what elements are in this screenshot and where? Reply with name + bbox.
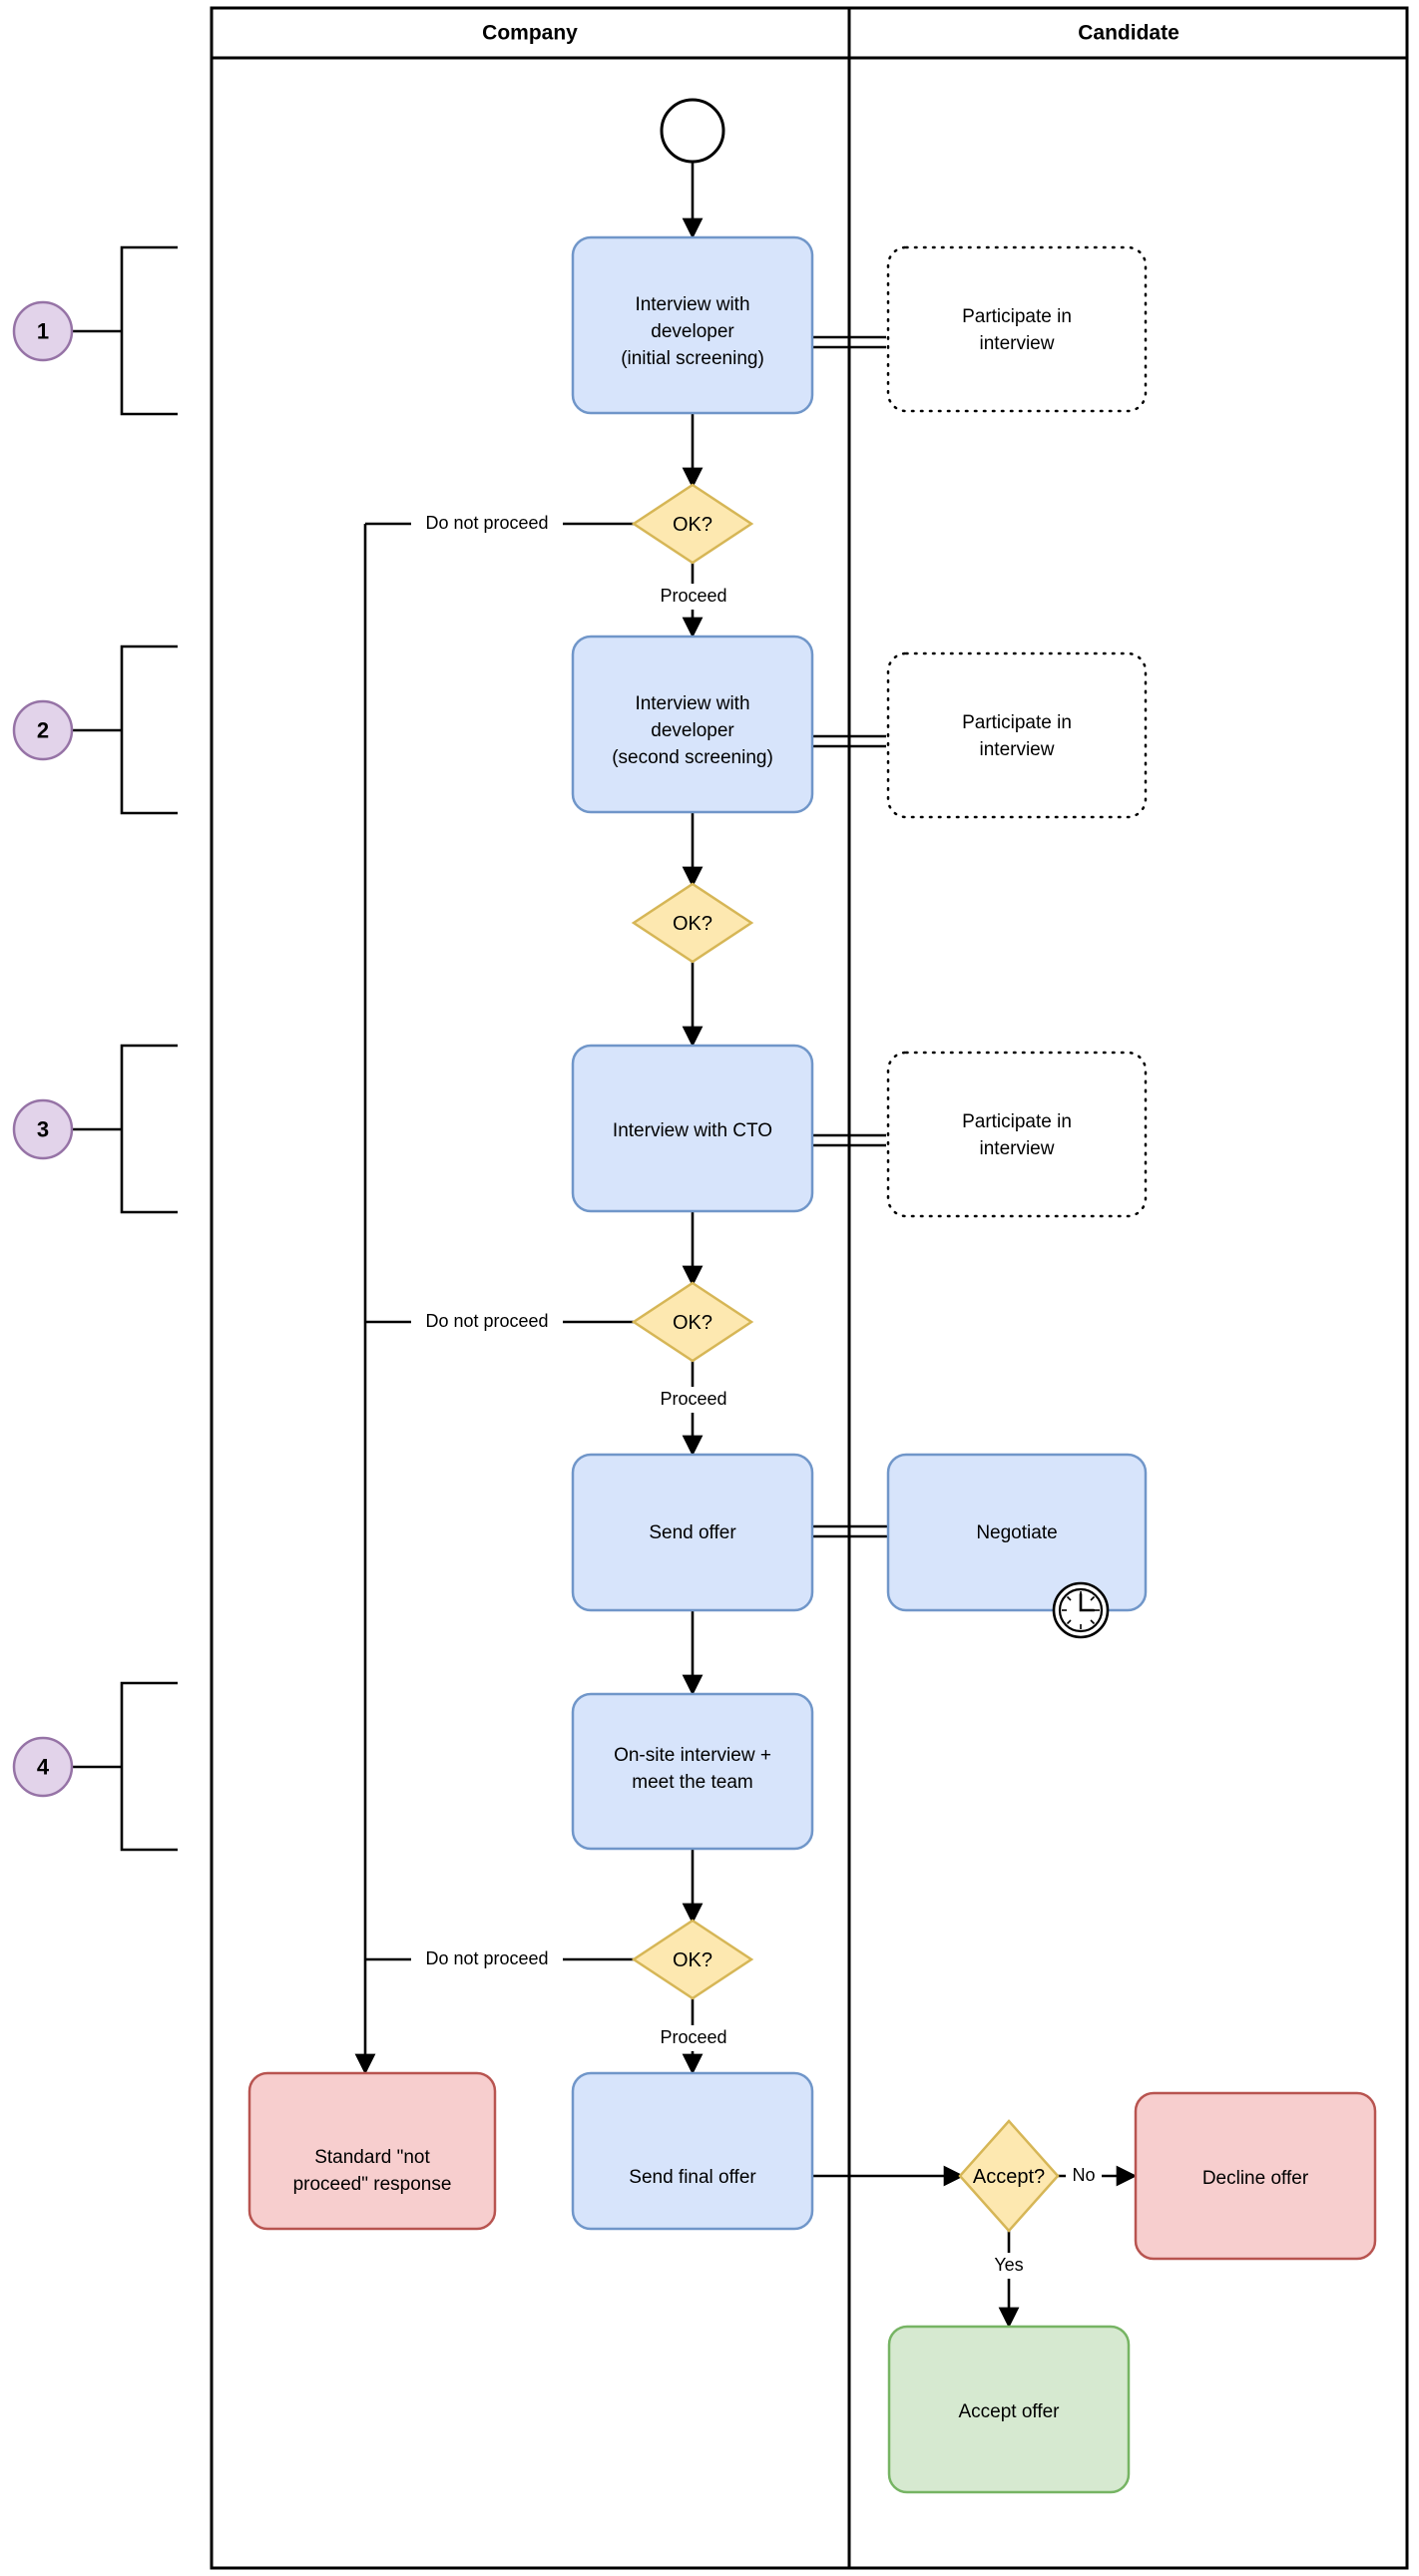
task-participate-interview-3-line1: Participate in [962, 1111, 1072, 1132]
task-accept-offer[interactable]: Accept offer [887, 2325, 1131, 2494]
stage-marker-label-1: 1 [37, 319, 49, 344]
task-interview-developer-initial-line3: (initial screening) [621, 348, 764, 369]
gateway-ok-1[interactable]: OK? [631, 483, 754, 565]
edge-label-proceed-3: Proceed [660, 1389, 726, 1409]
task-participate-interview-1[interactable]: Participate in interview [886, 245, 1148, 413]
task-participate-interview-1-line2: interview [980, 333, 1055, 354]
task-onsite-interview[interactable]: On-site interview + meet the team [571, 1692, 814, 1851]
task-decline-offer-label: Decline offer [1202, 2168, 1309, 2189]
lane-header-candidate: Candidate [1078, 22, 1180, 45]
start-event[interactable] [660, 98, 725, 164]
task-interview-cto[interactable]: Interview with CTO [571, 1044, 814, 1213]
task-interview-developer-second-line1: Interview with [635, 693, 749, 714]
gateway-ok-3[interactable]: OK? [631, 1281, 754, 1363]
gateway-ok-2[interactable]: OK? [631, 882, 754, 964]
task-participate-interview-2-line2: interview [980, 739, 1055, 760]
stage-marker-4: 4 [12, 1681, 178, 1852]
lane-title-candidate: Candidate [1078, 22, 1180, 45]
edge-label-do-not-proceed-3: Do not proceed [425, 1311, 548, 1331]
stage-marker-2: 2 [12, 644, 178, 815]
stage-marker-label-3: 3 [37, 1117, 49, 1142]
gateway-accept[interactable]: Accept? [958, 2119, 1060, 2233]
stage-marker-label-4: 4 [37, 1755, 50, 1780]
gateway-ok-4[interactable]: OK? [631, 1919, 754, 2000]
edge-label-yes: Yes [994, 2255, 1023, 2275]
diagram-canvas: Company Candidate 1 2 3 4 Interview with… [0, 0, 1419, 2576]
edge-label-do-not-proceed-4: Do not proceed [425, 1948, 548, 1968]
task-interview-developer-initial-line2: developer [651, 321, 734, 342]
task-standard-response-line1: Standard "not [314, 2147, 430, 2168]
task-negotiate-label: Negotiate [976, 1522, 1057, 1543]
task-interview-developer-initial[interactable]: Interview with developer (initial screen… [571, 235, 814, 415]
task-send-final-offer-label: Send final offer [629, 2167, 756, 2188]
task-interview-developer-initial-line1: Interview with [635, 294, 749, 315]
task-participate-interview-1-line1: Participate in [962, 306, 1072, 327]
flow-connectors [354, 162, 1138, 2329]
edge-label-proceed-1: Proceed [660, 586, 726, 606]
stage-marker-3: 3 [12, 1044, 178, 1214]
task-onsite-interview-line1: On-site interview + [614, 1745, 771, 1766]
task-onsite-interview-line2: meet the team [632, 1772, 752, 1793]
task-interview-cto-label: Interview with CTO [613, 1120, 772, 1141]
task-interview-developer-second-line3: (second screening) [612, 747, 773, 768]
stage-marker-label-2: 2 [37, 718, 49, 743]
gateway-ok-2-label: OK? [673, 913, 712, 935]
task-participate-interview-2-line1: Participate in [962, 712, 1072, 733]
task-send-offer-label: Send offer [649, 1522, 736, 1543]
gateway-ok-1-label: OK? [673, 514, 712, 536]
clock-icon [1052, 1581, 1110, 1639]
task-standard-response-line2: proceed" response [293, 2174, 452, 2195]
bpmn-flowchart: Company Candidate 1 2 3 4 Interview with… [12, 6, 1409, 2570]
task-interview-developer-second-line2: developer [651, 720, 734, 741]
edge-label-proceed-4: Proceed [660, 2027, 726, 2047]
task-decline-offer[interactable]: Decline offer [1134, 2091, 1377, 2261]
lane-header-company: Company [482, 22, 578, 45]
edge-label-no: No [1072, 2165, 1095, 2185]
gateway-accept-label: Accept? [973, 2166, 1045, 2188]
gateway-ok-4-label: OK? [673, 1949, 712, 1971]
task-participate-interview-3[interactable]: Participate in interview [886, 1051, 1148, 1218]
task-participate-interview-2[interactable]: Participate in interview [886, 651, 1148, 819]
stage-marker-1: 1 [12, 245, 178, 416]
task-interview-developer-second[interactable]: Interview with developer (second screeni… [571, 635, 814, 814]
lane-title-company: Company [482, 22, 578, 45]
task-send-offer[interactable]: Send offer [571, 1453, 814, 1612]
task-accept-offer-label: Accept offer [958, 2401, 1060, 2422]
task-negotiate[interactable]: Negotiate [886, 1453, 1148, 1639]
gateway-ok-3-label: OK? [673, 1312, 712, 1334]
task-standard-not-proceed-response[interactable]: Standard "not proceed" response [247, 2071, 497, 2231]
task-send-final-offer[interactable]: Send final offer [571, 2071, 814, 2231]
task-participate-interview-3-line2: interview [980, 1138, 1055, 1159]
edge-label-do-not-proceed-1: Do not proceed [425, 513, 548, 533]
